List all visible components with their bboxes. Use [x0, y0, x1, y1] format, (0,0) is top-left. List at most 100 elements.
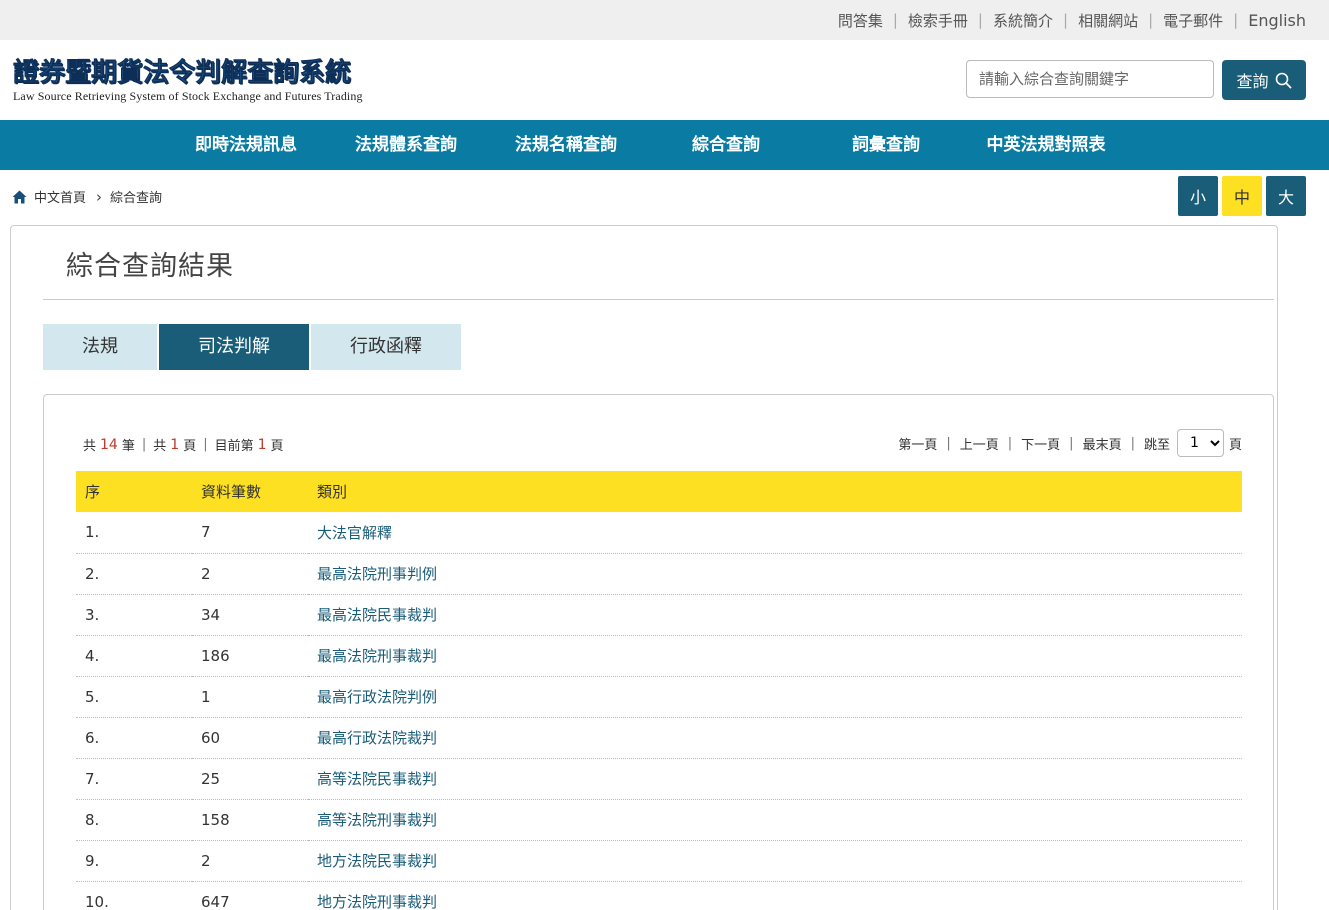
- row-category-link[interactable]: 大法官解釋: [317, 524, 392, 542]
- table-row: 9. 2 地方法院民事裁判: [76, 840, 1242, 882]
- summary-text: 共: [153, 439, 167, 454]
- divider: |: [892, 11, 898, 29]
- column-header-index: 序: [85, 483, 101, 501]
- divider: |: [1069, 435, 1074, 451]
- page-title: 綜合查詢結果: [66, 251, 234, 282]
- row-record-count: 34: [192, 594, 308, 636]
- table-row: 4. 186 最高法院刑事裁判: [76, 635, 1242, 677]
- row-category-link[interactable]: 最高法院刑事判例: [317, 565, 437, 583]
- page-count: 1: [170, 436, 180, 453]
- row-category: 最高法院刑事判例: [308, 553, 1242, 595]
- nav-item-bilingual-table[interactable]: 中英法規對照表: [966, 120, 1126, 170]
- row-category: 高等法院民事裁判: [308, 758, 1242, 800]
- system-intro-link[interactable]: 系統簡介: [993, 10, 1053, 31]
- first-page-link[interactable]: 第一頁: [898, 434, 937, 453]
- summary-text: 頁: [270, 439, 284, 454]
- email-link[interactable]: 電子郵件: [1163, 10, 1223, 31]
- font-size-large-button[interactable]: 大: [1266, 176, 1306, 216]
- row-index: 8.: [76, 799, 192, 841]
- last-page-link[interactable]: 最末頁: [1083, 434, 1122, 453]
- nav-item-regulation-system[interactable]: 法規體系查詢: [336, 120, 476, 170]
- row-category: 地方法院民事裁判: [308, 840, 1242, 882]
- current-page: 1: [257, 436, 267, 453]
- table-row: 6. 60 最高行政法院裁判: [76, 717, 1242, 759]
- table-row: 3. 34 最高法院民事裁判: [76, 594, 1242, 636]
- row-category: 最高行政法院裁判: [308, 717, 1242, 759]
- search-button[interactable]: 查詢: [1222, 60, 1306, 100]
- row-index: 2.: [76, 553, 192, 595]
- page-select[interactable]: 1: [1176, 429, 1224, 457]
- row-category: 高等法院刑事裁判: [308, 799, 1242, 841]
- main-nav: 即時法規訊息 法規體系查詢 法規名稱查詢 綜合查詢 詞彙查詢 中英法規對照表: [0, 120, 1329, 170]
- divider: |: [203, 437, 208, 452]
- faq-link[interactable]: 問答集: [838, 10, 883, 31]
- site-header: 證券暨期貨法令判解查詢系統 Law Source Retrieving Syst…: [0, 40, 1329, 120]
- row-record-count: 60: [192, 717, 308, 759]
- home-icon[interactable]: [12, 190, 27, 204]
- nav-item-integrated-search[interactable]: 綜合查詢: [656, 120, 796, 170]
- search-icon: [1275, 72, 1291, 88]
- divider: |: [1007, 435, 1013, 451]
- logo-title-en: Law Source Retrieving System of Stock Ex…: [13, 89, 363, 103]
- row-category: 最高法院民事裁判: [308, 594, 1242, 636]
- row-category: 地方法院刑事裁判: [308, 881, 1242, 910]
- row-category: 最高行政法院判例: [308, 676, 1242, 718]
- nav-item-regulation-name[interactable]: 法規名稱查詢: [496, 120, 636, 170]
- divider: |: [1148, 11, 1154, 29]
- nav-item-glossary[interactable]: 詞彙查詢: [816, 120, 956, 170]
- divider: |: [1063, 11, 1069, 29]
- result-summary: 共 14 筆 | 共 1 頁 | 目前第 1 頁: [83, 435, 284, 455]
- row-record-count: 1: [192, 676, 308, 718]
- divider: |: [946, 435, 951, 451]
- row-category-link[interactable]: 最高法院刑事裁判: [317, 647, 437, 665]
- row-category-link[interactable]: 高等法院刑事裁判: [317, 811, 437, 829]
- chevron-right-icon: ›: [96, 187, 103, 206]
- page-unit-label: 頁: [1228, 437, 1242, 453]
- column-header-category: 類別: [317, 483, 348, 501]
- row-record-count: 2: [192, 553, 308, 595]
- goto-label: 跳至: [1143, 437, 1170, 453]
- title-divider: [43, 299, 1274, 300]
- font-size-small-button[interactable]: 小: [1178, 176, 1218, 216]
- row-category-link[interactable]: 最高法院民事裁判: [317, 606, 437, 624]
- row-index: 4.: [76, 635, 192, 677]
- prev-page-link[interactable]: 上一頁: [960, 434, 999, 453]
- table-row: 10. 647 地方法院刑事裁判: [76, 881, 1242, 910]
- row-category-link[interactable]: 最高行政法院判例: [317, 688, 437, 706]
- content-panel: 綜合查詢結果 法規 司法判解 行政函釋 共 14 筆 | 共 1 頁 | 目前第…: [10, 225, 1278, 910]
- row-category-link[interactable]: 最高行政法院裁判: [317, 729, 437, 747]
- results-box: 共 14 筆 | 共 1 頁 | 目前第 1 頁 第一頁 | 上一頁 | 下一頁…: [43, 394, 1274, 910]
- logo-title-zh: 證券暨期貨法令判解查詢系統: [13, 58, 352, 89]
- row-index: 9.: [76, 840, 192, 882]
- divider: |: [977, 11, 983, 29]
- tab-administrative-letters[interactable]: 行政函釋: [311, 324, 461, 370]
- total-count: 14: [100, 436, 118, 453]
- next-page-link[interactable]: 下一頁: [1021, 434, 1060, 453]
- row-category-link[interactable]: 地方法院民事裁判: [317, 852, 437, 870]
- row-record-count: 186: [192, 635, 308, 677]
- summary-text: 筆: [121, 439, 135, 454]
- row-category-link[interactable]: 高等法院民事裁判: [317, 770, 437, 788]
- font-size-medium-button[interactable]: 中: [1222, 176, 1262, 216]
- search-manual-link[interactable]: 檢索手冊: [908, 10, 968, 31]
- tab-judicial-rulings[interactable]: 司法判解: [159, 324, 309, 370]
- nav-item-latest-regulations[interactable]: 即時法規訊息: [176, 120, 316, 170]
- divider: |: [141, 437, 147, 452]
- row-category: 大法官解釋: [308, 512, 1242, 554]
- row-index: 5.: [76, 676, 192, 718]
- results-table: 序 資料筆數 類別 1. 7 大法官解釋 2. 2 最高法院刑事判例 3. 34 最高法院民事裁…: [76, 471, 1242, 910]
- search-input[interactable]: [966, 60, 1214, 98]
- related-sites-link[interactable]: 相關網站: [1078, 10, 1138, 31]
- pagination: 第一頁 | 上一頁 | 下一頁 | 最末頁 | 跳至 1 頁: [898, 429, 1242, 457]
- row-index: 10.: [76, 881, 192, 910]
- tab-regulations[interactable]: 法規: [43, 324, 157, 370]
- row-category-link[interactable]: 地方法院刑事裁判: [317, 893, 437, 910]
- english-link[interactable]: English: [1248, 11, 1306, 30]
- divider: |: [1130, 435, 1135, 451]
- breadcrumb-home[interactable]: 中文首頁: [34, 187, 86, 206]
- table-row: 7. 25 高等法院民事裁判: [76, 758, 1242, 800]
- table-row: 5. 1 最高行政法院判例: [76, 676, 1242, 718]
- breadcrumb: 中文首頁 › 綜合查詢: [12, 187, 162, 206]
- row-record-count: 25: [192, 758, 308, 800]
- site-logo[interactable]: 證券暨期貨法令判解查詢系統 Law Source Retrieving Syst…: [13, 58, 363, 104]
